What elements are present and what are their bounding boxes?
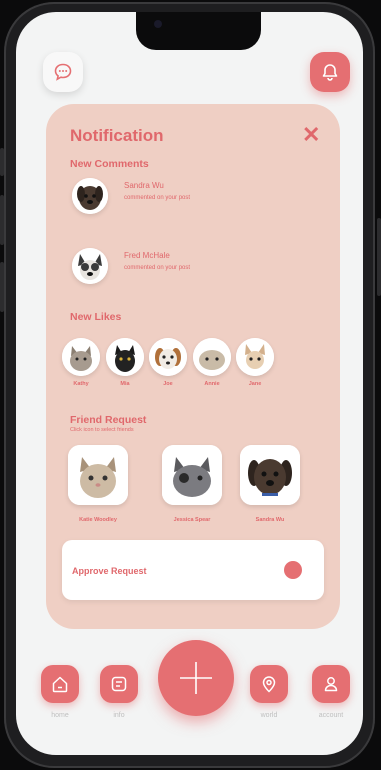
friend-name: Jessica Spear bbox=[173, 517, 211, 523]
comment-action: commented on your post bbox=[124, 195, 191, 201]
chat-bubble-icon bbox=[54, 63, 72, 81]
nav-home-label: home bbox=[51, 712, 69, 719]
comment-item[interactable]: Fred McHale commented on your post bbox=[72, 248, 312, 288]
close-icon[interactable]: ✕ bbox=[302, 124, 320, 146]
user-icon bbox=[324, 677, 338, 692]
nav-world-button[interactable] bbox=[250, 665, 288, 703]
new-likes-title: New Likes bbox=[70, 311, 122, 323]
chat-button[interactable] bbox=[43, 52, 83, 92]
phone-side-button bbox=[0, 195, 4, 245]
info-icon bbox=[111, 676, 127, 692]
friend-name: Katie Woodley bbox=[79, 517, 117, 523]
friend-photo bbox=[162, 445, 222, 505]
avatar bbox=[72, 248, 108, 284]
app-screen: Notification ✕ New Comments Sandra Wu co… bbox=[16, 12, 363, 755]
nav-home-button[interactable] bbox=[41, 665, 79, 703]
like-item[interactable]: Joe bbox=[149, 338, 187, 387]
phone-side-button bbox=[377, 218, 381, 296]
friend-item[interactable]: Katie Woodley bbox=[68, 445, 128, 523]
avatar bbox=[62, 338, 100, 376]
like-name: Kathy bbox=[73, 381, 89, 387]
like-item[interactable]: Annie bbox=[193, 338, 231, 387]
home-icon bbox=[52, 676, 68, 693]
commenter-name: Fred McHale bbox=[124, 251, 170, 260]
like-name: Annie bbox=[204, 381, 220, 387]
add-post-button[interactable] bbox=[158, 640, 234, 716]
plus-icon bbox=[180, 662, 212, 694]
nav-account-label: account bbox=[318, 712, 344, 719]
nav-info-label: info bbox=[113, 712, 125, 719]
camera-icon bbox=[154, 20, 162, 28]
avatar bbox=[106, 338, 144, 376]
like-item[interactable]: Kathy bbox=[62, 338, 100, 387]
card-title: Notification bbox=[70, 126, 164, 145]
phone-side-button bbox=[0, 148, 4, 176]
friend-request-hint: Click icon to select friends bbox=[70, 427, 134, 433]
bell-icon bbox=[322, 64, 338, 81]
comment-action: commented on your post bbox=[124, 265, 191, 271]
friend-item[interactable]: Sandra Wu bbox=[240, 445, 300, 523]
approve-request-label: Approve Request bbox=[72, 566, 147, 576]
avatar bbox=[193, 338, 231, 376]
avatar bbox=[149, 338, 187, 376]
nav-info-button[interactable] bbox=[100, 665, 138, 703]
notch bbox=[136, 12, 261, 50]
friend-photo bbox=[68, 445, 128, 505]
approve-request-button[interactable]: Approve Request bbox=[62, 540, 324, 600]
like-name: Jane bbox=[248, 381, 262, 387]
commenter-name: Sandra Wu bbox=[124, 181, 164, 190]
avatar bbox=[236, 338, 274, 376]
location-pin-icon bbox=[262, 676, 276, 693]
like-name: Joe bbox=[163, 381, 173, 387]
comment-item[interactable]: Sandra Wu commented on your post bbox=[72, 178, 312, 218]
new-comments-title: New Comments bbox=[70, 158, 149, 170]
nav-world-label: world bbox=[260, 712, 278, 719]
nav-account-button[interactable] bbox=[312, 665, 350, 703]
like-name: Mia bbox=[120, 381, 130, 387]
friend-photo bbox=[240, 445, 300, 505]
notification-bell-button[interactable] bbox=[310, 52, 350, 92]
phone-side-button bbox=[0, 262, 4, 312]
avatar bbox=[72, 178, 108, 214]
approve-toggle[interactable] bbox=[284, 561, 302, 579]
like-item[interactable]: Mia bbox=[106, 338, 144, 387]
friend-name: Sandra Wu bbox=[255, 517, 285, 523]
like-item[interactable]: Jane bbox=[236, 338, 274, 387]
friend-item[interactable]: Jessica Spear bbox=[162, 445, 222, 523]
friend-request-title: Friend Request bbox=[70, 414, 147, 426]
